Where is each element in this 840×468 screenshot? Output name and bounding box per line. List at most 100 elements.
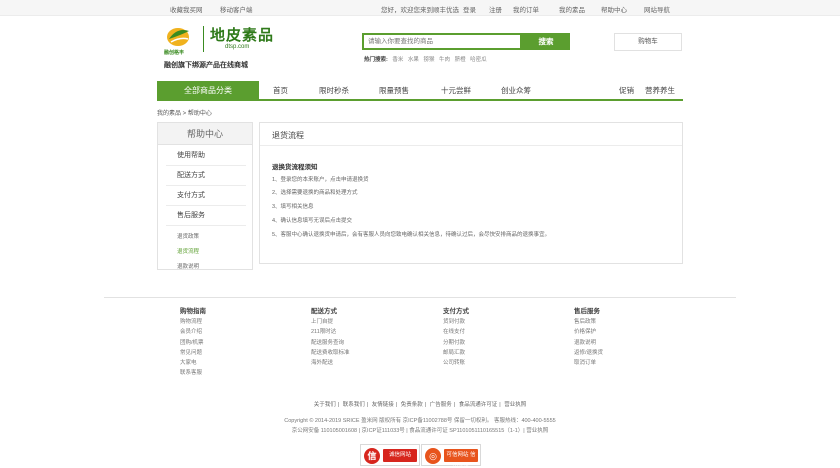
footer-link[interactable]: 返修/退换货 <box>574 348 654 358</box>
favorite-link[interactable]: 收藏我买网 <box>170 4 203 14</box>
hot-term[interactable]: 猕猴 <box>423 57 434 63</box>
hot-term[interactable]: 水果 <box>408 57 419 63</box>
footer-link[interactable]: 退款说明 <box>574 338 654 348</box>
footer-column-title: 售后服务 <box>574 308 600 315</box>
footer-link-contact[interactable]: 联系我们 <box>343 402 365 408</box>
login-link[interactable]: 登录 <box>463 4 476 14</box>
footer-link[interactable]: 货到付款 <box>443 317 523 327</box>
copyright-line-2: 京公网安备 110105001608 | 京ICP证111033号 | 食品流通… <box>291 428 549 434</box>
footer-link[interactable]: 常见问题 <box>180 348 260 358</box>
footer-link[interactable]: 海外配送 <box>311 358 391 368</box>
footer-link[interactable]: 购物流程 <box>180 317 260 327</box>
nav-item-crowdfunding[interactable]: 创业众筹 <box>501 85 531 96</box>
footer-link[interactable]: 配送服务查询 <box>311 338 391 348</box>
footer-column-guide: 购物指南 购物流程 会员介绍 团购/机票 常见问题 大家电 联系客服 <box>180 305 260 379</box>
hot-term[interactable]: 牛肉 <box>439 57 450 63</box>
footer-link[interactable]: 上门自提 <box>311 317 391 327</box>
footer-link[interactable]: 211限时达 <box>311 327 391 337</box>
process-step: 5、客服中心确认退换货申请后，会有客服人员向您致电确认相关信息，待确认过后，会尽… <box>272 232 551 238</box>
hot-term[interactable]: 哈密瓜 <box>470 57 487 63</box>
footer-link-food-license[interactable]: 食品流通许可证 <box>459 402 498 408</box>
process-step: 4、确认信息填写无误后点击提交 <box>272 218 353 224</box>
footer-link[interactable]: 配送费收取标准 <box>311 348 391 358</box>
footer-link-about[interactable]: 关于我们 <box>314 402 336 408</box>
welcome-text: 您好，欢迎您来到顺丰优选 <box>381 7 459 14</box>
search-input[interactable] <box>362 33 522 50</box>
sidebar-section-usage[interactable]: 使用帮助 <box>166 146 246 166</box>
nav-item-ten-yuan[interactable]: 十元尝鲜 <box>441 85 471 96</box>
content-title: 退货流程 <box>272 131 304 140</box>
badge-label: 诚信网站 <box>383 449 417 462</box>
breadcrumb[interactable]: 我的素品 > 帮助中心 <box>157 108 212 117</box>
site-logo[interactable]: 融创格丰 地皮素品 dtsp.com 融创旗下绑源产品在线商城 <box>163 24 293 70</box>
sidebar-title: 帮助中心 <box>158 123 252 145</box>
trust-badge-credible[interactable]: ◎ 可信网站 信用评价 <box>421 444 481 468</box>
logo-divider <box>203 26 204 52</box>
my-account-link[interactable]: 我的素品 <box>559 4 585 14</box>
process-step: 1、登录您的本来账户，点击申请退换货 <box>272 177 369 183</box>
main-nav: 全部商品分类 首页 限时秒杀 限量预售 十元尝鲜 创业众筹 促销 营养养生 <box>157 81 683 101</box>
content-subtitle: 退换货流程须知 <box>272 164 318 171</box>
site-nav-link[interactable]: 网站导航 <box>644 4 670 14</box>
content-panel: 退货流程 退换货流程须知 1、登录您的本来账户，点击申请退换货 2、选择需要退换… <box>259 122 683 264</box>
footer-column-title: 购物指南 <box>180 308 206 315</box>
help-center-link[interactable]: 帮助中心 <box>601 4 627 14</box>
my-orders-link[interactable]: 我的订单 <box>513 4 539 14</box>
footer-link[interactable]: 团购/机票 <box>180 338 260 348</box>
sidebar-section-delivery[interactable]: 配送方式 <box>166 166 246 186</box>
nav-item-home[interactable]: 首页 <box>273 85 288 96</box>
sidebar-sub-return-policy[interactable]: 退货政策 <box>177 232 199 240</box>
sidebar-section-payment[interactable]: 支付方式 <box>166 186 246 206</box>
integrity-seal-icon: 信 <box>364 448 380 464</box>
logo-brand-small: 融创格丰 <box>164 50 185 56</box>
help-sidebar: 帮助中心 使用帮助 配送方式 支付方式 售后服务 退货政策 退货流程 退款说明 <box>157 122 253 270</box>
content-divider <box>260 145 682 146</box>
footer-links: 关于我们 | 联系我们 | 友情链接 | 免责条款 | 广告服务 | 食品流通许可证 | 营… <box>313 402 527 408</box>
sidebar-sub-refund[interactable]: 退款说明 <box>177 262 199 270</box>
logo-slogan: 融创旗下绑源产品在线商城 <box>164 62 248 69</box>
nav-item-flash-sale[interactable]: 限时秒杀 <box>319 85 349 96</box>
footer-link[interactable]: 大家电 <box>180 358 260 368</box>
footer-link-ads[interactable]: 广告服务 <box>430 402 452 408</box>
footer-link[interactable]: 会员介绍 <box>180 327 260 337</box>
footer-column-payment: 支付方式 货到付款 在线支付 分期付款 邮局汇款 公司转账 <box>443 305 523 368</box>
nav-item-promotion[interactable]: 促销 <box>619 85 634 96</box>
nav-item-health[interactable]: 营养养生 <box>645 85 675 96</box>
footer-link[interactable]: 在线支付 <box>443 327 523 337</box>
search-button[interactable]: 搜索 <box>522 33 570 50</box>
hot-searches: 热门搜索: 香米 水果 猕猴 牛肉 脐橙 哈密瓜 <box>364 55 487 63</box>
credible-seal-icon: ◎ <box>425 448 441 464</box>
footer-link[interactable]: 取消订单 <box>574 358 654 368</box>
mobile-client-link[interactable]: 移动客户端 <box>220 4 253 14</box>
cart-button[interactable]: 购物车 <box>614 33 682 51</box>
process-step: 3、填写相关信息 <box>272 204 314 210</box>
footer-link[interactable]: 价格保护 <box>574 327 654 337</box>
logo-leaf-icon <box>167 28 189 46</box>
footer-column-delivery: 配送方式 上门自提 211限时达 配送服务查询 配送费收取标准 海外配送 <box>311 305 391 368</box>
footer-link-friends[interactable]: 友情链接 <box>372 402 394 408</box>
copyright-line-1: Copyright © 2014-2019 SRICE 盈米网 版权所有 京IC… <box>284 418 556 424</box>
footer-link[interactable]: 公司转账 <box>443 358 523 368</box>
footer-divider <box>104 297 736 298</box>
badge-label: 可信网站 信用评价 <box>444 449 478 468</box>
footer-link[interactable]: 邮局汇款 <box>443 348 523 358</box>
sidebar-section-after-sales[interactable]: 售后服务 <box>166 206 246 226</box>
footer-link-business-license[interactable]: 营业执照 <box>504 402 526 408</box>
process-step: 2、选择需要退换的商品和处理方式 <box>272 190 358 196</box>
hot-term[interactable]: 香米 <box>392 57 403 63</box>
register-link[interactable]: 注册 <box>489 4 502 14</box>
hot-term[interactable]: 脐橙 <box>455 57 466 63</box>
logo-title: 地皮素品 <box>210 26 275 44</box>
footer-column-after-sales: 售后服务 售后政策 价格保护 退款说明 返修/退换货 取消订单 <box>574 305 654 368</box>
all-categories-button[interactable]: 全部商品分类 <box>157 81 259 101</box>
footer-link[interactable]: 售后政策 <box>574 317 654 327</box>
footer-link[interactable]: 分期付款 <box>443 338 523 348</box>
trust-badge-integrity[interactable]: 信 诚信网站 <box>360 444 420 466</box>
logo-url: dtsp.com <box>225 44 250 50</box>
sidebar-sub-return-process[interactable]: 退货流程 <box>177 247 199 255</box>
footer-link[interactable]: 联系客服 <box>180 368 260 378</box>
footer-column-title: 支付方式 <box>443 308 469 315</box>
nav-item-presale[interactable]: 限量预售 <box>379 85 409 96</box>
top-bar: 收藏我买网 移动客户端 您好，欢迎您来到顺丰优选 登录 注册 我的订单 我的素品… <box>0 0 840 16</box>
footer-link-disclaimer[interactable]: 免责条款 <box>401 402 423 408</box>
